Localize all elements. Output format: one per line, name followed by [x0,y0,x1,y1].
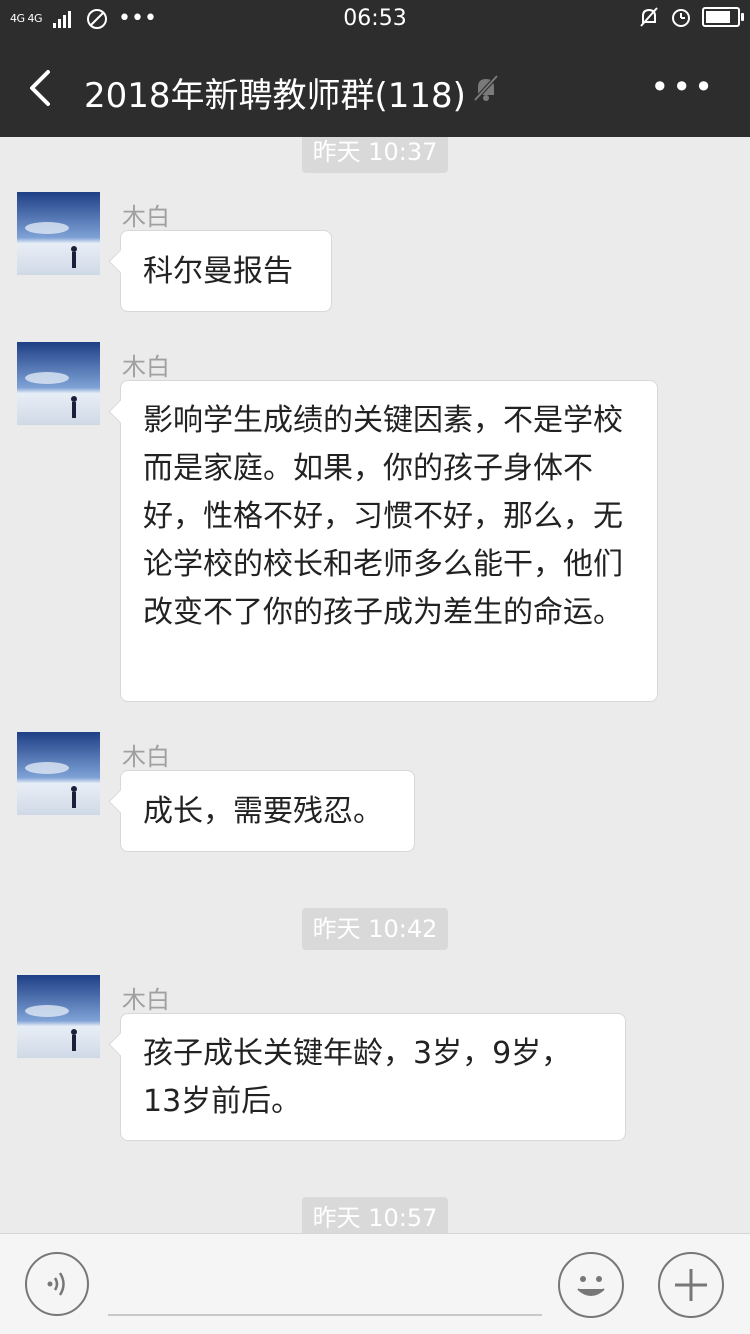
timestamp: 昨天 10:57 [302,1197,448,1233]
header: 2018年新聘教师群(118) ••• [0,38,750,137]
message-bubble[interactable]: 科尔曼报告 [120,230,332,312]
avatar-image [17,342,100,425]
avatar-image [17,975,100,1058]
timestamp: 昨天 10:37 [302,137,448,173]
timestamp: 昨天 10:42 [302,908,448,950]
message-bubble[interactable]: 孩子成长关键年龄，3岁，9岁，13岁前后。 [120,1013,626,1141]
more-horizontal-icon: ••• [650,68,716,106]
sender-name: 木白 [122,203,170,231]
sender-name: 木白 [122,353,170,381]
message-bubble[interactable]: 成长，需要残忍。 [120,770,415,852]
message-text: 影响学生成绩的关键因素，不是学校而是家庭。如果，你的孩子身体不好，性格不好，习惯… [143,403,623,630]
battery-icon [702,7,744,27]
back-icon[interactable] [22,66,62,110]
avatar[interactable] [17,732,100,815]
emoji-icon [577,1276,605,1296]
voice-button[interactable] [25,1252,89,1316]
message-text: 孩子成长关键年龄，3岁，9岁，13岁前后。 [143,1036,572,1119]
sender-name: 木白 [122,986,170,1014]
sender-name: 木白 [122,743,170,771]
avatar[interactable] [17,192,100,275]
bell-off-icon [473,74,499,102]
avatar[interactable] [17,342,100,425]
chat-area[interactable]: 昨天 10:37 木白 科尔曼报告 木白 影响学生成绩的关键因素，不是学校而是家… [0,137,750,1233]
status-bar: 4G 4G ••• 06:53 [0,0,750,38]
input-bar [0,1233,750,1334]
message-bubble[interactable]: 影响学生成绩的关键因素，不是学校而是家庭。如果，你的孩子身体不好，性格不好，习惯… [120,380,658,702]
more-actions-button[interactable] [658,1252,724,1318]
avatar-image [17,192,100,275]
more-button[interactable]: ••• [650,68,716,106]
avatar-image [17,732,100,815]
avatar[interactable] [17,975,100,1058]
status-right [638,6,744,28]
voice-icon [47,1272,65,1296]
message-text: 科尔曼报告 [143,254,293,289]
message-text: 成长，需要残忍。 [143,794,383,829]
alarm-icon [672,9,690,27]
notification-off-icon [640,7,658,27]
page-title: 2018年新聘教师群(118) [84,76,466,116]
message-input[interactable] [108,1314,542,1316]
emoji-button[interactable] [558,1252,624,1318]
plus-icon [675,1269,707,1301]
